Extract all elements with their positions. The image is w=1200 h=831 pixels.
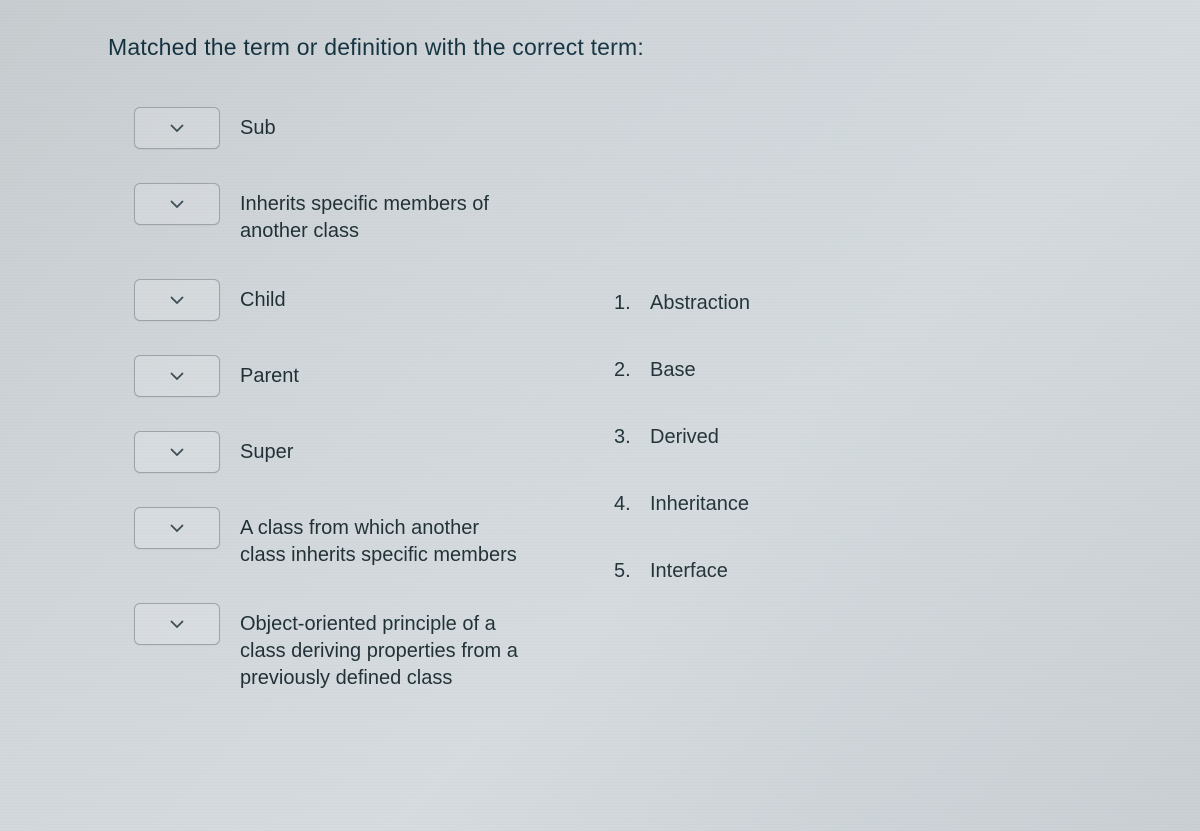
matching-content: Sub Inherits specific members of another…	[108, 107, 1150, 692]
answer-number: 4.	[614, 493, 634, 516]
answer-column: 1. Abstraction 2. Base 3. Derived 4. Inh…	[614, 107, 750, 692]
match-row: Sub	[134, 107, 554, 149]
match-select-6[interactable]	[134, 603, 220, 645]
match-select-2[interactable]	[134, 279, 220, 321]
chevron-down-icon	[170, 372, 184, 380]
answer-number: 2.	[614, 359, 634, 382]
answer-row: 2. Base	[614, 359, 750, 382]
match-select-0[interactable]	[134, 107, 220, 149]
match-row: Child	[134, 279, 554, 321]
match-row: A class from which another class inherit…	[134, 507, 554, 569]
match-label: A class from which another class inherit…	[240, 507, 530, 569]
answer-text: Abstraction	[650, 292, 750, 315]
match-label: Parent	[240, 355, 299, 390]
answer-number: 5.	[614, 560, 634, 583]
answer-text: Interface	[650, 560, 728, 583]
question-prompt: Matched the term or definition with the …	[108, 34, 1150, 61]
match-column: Sub Inherits specific members of another…	[134, 107, 554, 692]
chevron-down-icon	[170, 124, 184, 132]
answer-row: 5. Interface	[614, 560, 750, 583]
chevron-down-icon	[170, 448, 184, 456]
answer-text: Base	[650, 359, 696, 382]
answer-text: Derived	[650, 426, 719, 449]
match-select-5[interactable]	[134, 507, 220, 549]
match-select-4[interactable]	[134, 431, 220, 473]
match-row: Parent	[134, 355, 554, 397]
match-label: Object-oriented principle of a class der…	[240, 603, 530, 692]
answer-row: 4. Inheritance	[614, 493, 750, 516]
chevron-down-icon	[170, 620, 184, 628]
chevron-down-icon	[170, 296, 184, 304]
answer-text: Inheritance	[650, 493, 749, 516]
question-container: Matched the term or definition with the …	[0, 0, 1200, 692]
chevron-down-icon	[170, 524, 184, 532]
match-select-3[interactable]	[134, 355, 220, 397]
match-label: Child	[240, 279, 286, 314]
match-select-1[interactable]	[134, 183, 220, 225]
answer-number: 1.	[614, 292, 634, 315]
match-row: Object-oriented principle of a class der…	[134, 603, 554, 692]
answer-row: 3. Derived	[614, 426, 750, 449]
match-label: Super	[240, 431, 293, 466]
answer-number: 3.	[614, 426, 634, 449]
match-row: Super	[134, 431, 554, 473]
answer-row: 1. Abstraction	[614, 292, 750, 315]
match-label: Sub	[240, 107, 276, 142]
chevron-down-icon	[170, 200, 184, 208]
match-row: Inherits specific members of another cla…	[134, 183, 554, 245]
match-label: Inherits specific members of another cla…	[240, 183, 530, 245]
